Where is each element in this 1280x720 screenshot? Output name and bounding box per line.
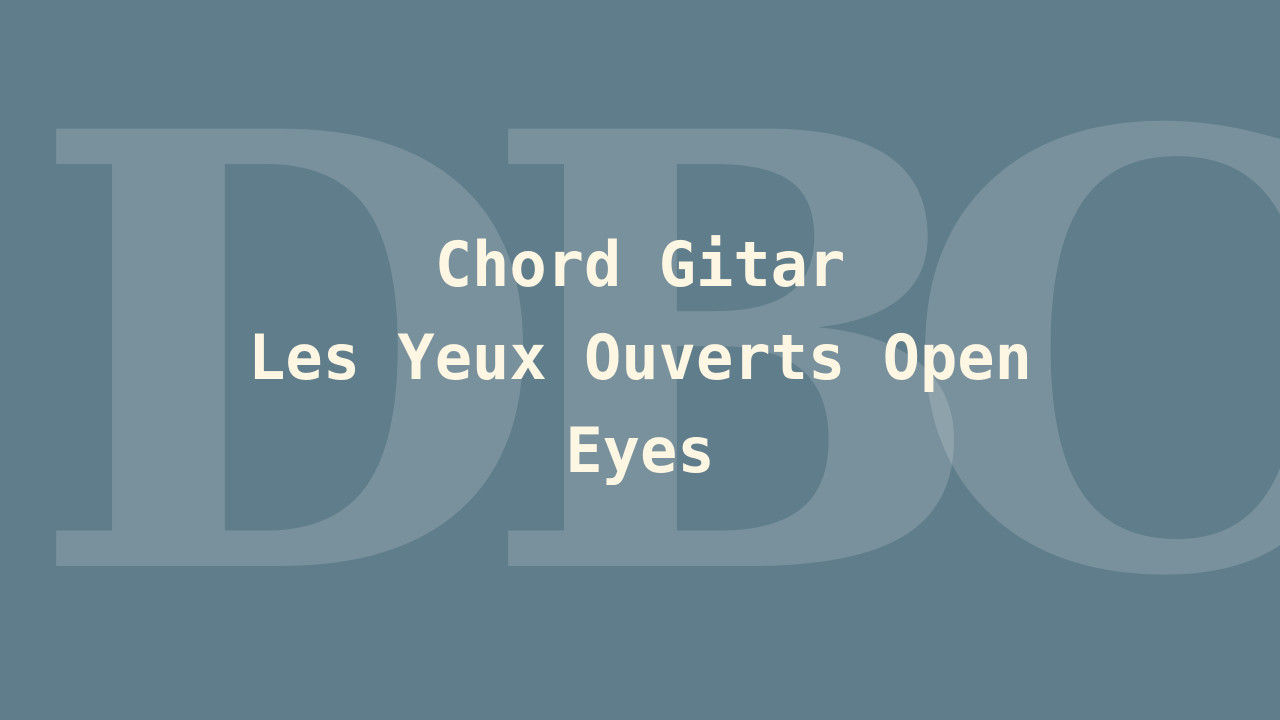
title-line-2: Les Yeux Ouverts Open <box>248 321 1032 394</box>
title-line-1: Chord Gitar <box>434 228 846 301</box>
title-line-3: Eyes <box>565 414 715 487</box>
page-title: Chord Gitar Les Yeux Ouverts Open Eyes <box>140 218 1140 497</box>
